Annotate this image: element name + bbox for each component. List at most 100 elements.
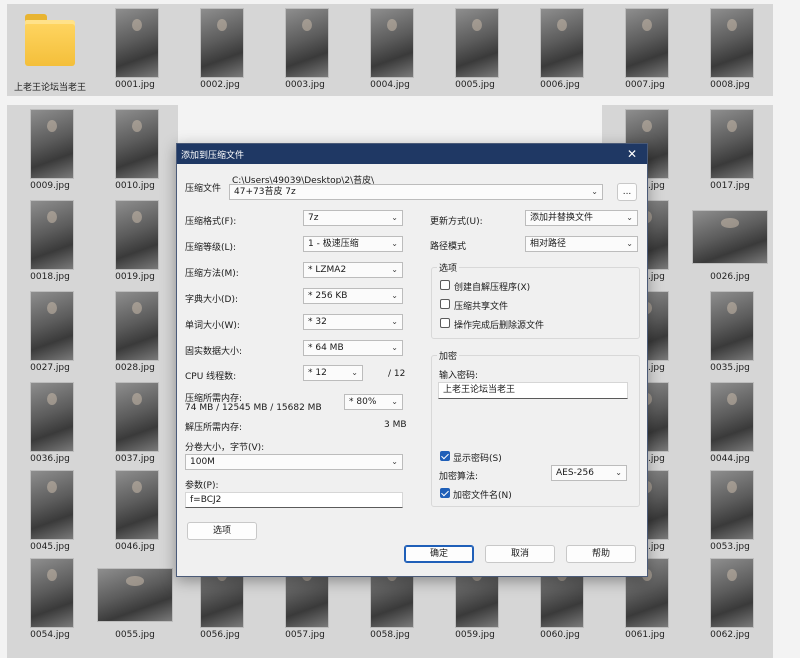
delete-checkbox[interactable] (440, 318, 450, 328)
shared-checkbox[interactable] (440, 299, 450, 309)
image-thumbnail (370, 8, 414, 78)
file-item[interactable]: 0008.jpg (687, 4, 773, 96)
file-item[interactable]: 0026.jpg (687, 196, 773, 288)
add-to-archive-dialog: 添加到压缩文件 ✕ 压缩文件 C:\Users\49039\Desktop\2\… (176, 143, 648, 577)
chevron-down-icon: ⌄ (391, 239, 398, 248)
path-mode-label: 路径模式 (430, 242, 467, 252)
file-name: 0044.jpg (710, 454, 750, 464)
file-item[interactable]: 0001.jpg (92, 4, 178, 96)
file-item[interactable]: 0005.jpg (432, 4, 518, 96)
image-thumbnail (200, 8, 244, 78)
image-thumbnail (692, 210, 768, 264)
solid-value: * 64 MB (308, 343, 344, 353)
file-item[interactable] (177, 642, 263, 658)
file-item[interactable] (92, 642, 178, 658)
file-item[interactable]: 0007.jpg (602, 4, 688, 96)
file-item[interactable]: 0044.jpg (687, 378, 773, 470)
ok-button[interactable]: 确定 (404, 545, 474, 563)
cancel-button[interactable]: 取消 (485, 545, 555, 563)
file-item[interactable]: 0037.jpg (92, 378, 178, 470)
archive-name-value: 47+73苔皮 7z (234, 187, 296, 197)
cpu-select[interactable]: * 12 ⌄ (303, 365, 363, 381)
file-item[interactable]: 0027.jpg (7, 287, 93, 379)
sfx-checkbox[interactable] (440, 280, 450, 290)
options-group: 选项 创建自解压程序(X) 压缩共享文件 操作完成后删除源文件 (431, 261, 640, 339)
archive-name-combo[interactable]: 47+73苔皮 7z ⌄ (229, 184, 603, 200)
file-item[interactable]: 0006.jpg (517, 4, 603, 96)
folder-item[interactable]: 上老王论坛当老王 (7, 4, 93, 96)
image-thumbnail (115, 200, 159, 270)
method-label: 压缩方法(M): (185, 269, 239, 279)
file-item[interactable] (347, 642, 433, 658)
method-value: * LZMA2 (308, 265, 347, 275)
file-item[interactable] (432, 642, 518, 658)
solid-select[interactable]: * 64 MB ⌄ (303, 340, 403, 356)
file-item[interactable]: 0004.jpg (347, 4, 433, 96)
chevron-down-icon: ⌄ (591, 187, 598, 196)
file-name: 0007.jpg (625, 80, 665, 90)
file-item[interactable]: 0002.jpg (177, 4, 263, 96)
file-item[interactable]: 0028.jpg (92, 287, 178, 379)
file-name: 0036.jpg (30, 454, 70, 464)
file-item[interactable]: 0019.jpg (92, 196, 178, 288)
image-thumbnail (30, 200, 74, 270)
file-item[interactable]: 0009.jpg (7, 105, 93, 197)
file-name: 0060.jpg (540, 630, 580, 640)
file-item[interactable]: 0046.jpg (92, 466, 178, 558)
file-item[interactable]: 0045.jpg (7, 466, 93, 558)
word-value: * 32 (308, 317, 327, 327)
format-label: 压缩格式(F): (185, 217, 237, 227)
file-item[interactable]: 0036.jpg (7, 378, 93, 470)
params-input[interactable]: f=BCJ2 (185, 492, 403, 508)
image-thumbnail (455, 8, 499, 78)
algo-select[interactable]: AES-256 ⌄ (551, 465, 627, 481)
file-item[interactable]: 0053.jpg (687, 466, 773, 558)
file-item[interactable]: 0054.jpg (7, 554, 93, 646)
folder-label: 上老王论坛当老王 (13, 83, 86, 93)
dialog-titlebar[interactable]: 添加到压缩文件 ✕ (177, 144, 647, 164)
file-item[interactable]: 0010.jpg (92, 105, 178, 197)
file-item[interactable]: 0018.jpg (7, 196, 93, 288)
word-select[interactable]: * 32 ⌄ (303, 314, 403, 330)
file-name: 0061.jpg (625, 630, 665, 640)
path-mode-select[interactable]: 相对路径 ⌄ (525, 236, 638, 252)
file-item[interactable]: 0062.jpg (687, 554, 773, 646)
volume-combo[interactable]: 100M ⌄ (185, 454, 403, 470)
close-icon[interactable]: ✕ (617, 144, 647, 164)
file-name: 0059.jpg (455, 630, 495, 640)
file-item[interactable]: 0017.jpg (687, 105, 773, 197)
cpu-label: CPU 线程数: (185, 372, 237, 382)
update-select[interactable]: 添加并替换文件 ⌄ (525, 210, 638, 226)
file-item[interactable]: 0055.jpg (92, 554, 178, 646)
file-name: 0019.jpg (115, 272, 155, 282)
password-input[interactable]: 上老王论坛当老王 (438, 382, 628, 399)
help-button[interactable]: 帮助 (566, 545, 636, 563)
encrypt-names-checkbox[interactable] (440, 488, 450, 498)
image-thumbnail (710, 382, 754, 452)
options-button[interactable]: 选项 (187, 522, 257, 540)
file-item[interactable]: 0003.jpg (262, 4, 348, 96)
mem-select[interactable]: * 80% ⌄ (344, 394, 403, 410)
level-select[interactable]: 1 - 极速压缩 ⌄ (303, 236, 403, 252)
file-item[interactable] (602, 642, 688, 658)
file-name: 0002.jpg (200, 80, 240, 90)
method-select[interactable]: * LZMA2 ⌄ (303, 262, 403, 278)
file-name: 0045.jpg (30, 542, 70, 552)
browse-button[interactable]: ... (617, 183, 637, 201)
show-password-checkbox[interactable] (440, 451, 450, 461)
file-name: 0062.jpg (710, 630, 750, 640)
file-item[interactable] (517, 642, 603, 658)
chevron-down-icon: ⌄ (391, 291, 398, 300)
file-item[interactable]: 0035.jpg (687, 287, 773, 379)
format-select[interactable]: 7z ⌄ (303, 210, 403, 226)
file-item[interactable] (262, 642, 348, 658)
image-thumbnail (97, 568, 173, 622)
file-item[interactable] (687, 642, 773, 658)
dialog-title: 添加到压缩文件 (181, 151, 245, 161)
decomp-label: 解压所需内存: (185, 423, 243, 433)
chevron-down-icon: ⌄ (391, 317, 398, 326)
image-thumbnail (115, 382, 159, 452)
dict-select[interactable]: * 256 KB ⌄ (303, 288, 403, 304)
file-item[interactable] (7, 642, 93, 658)
file-name: 0017.jpg (710, 181, 750, 191)
